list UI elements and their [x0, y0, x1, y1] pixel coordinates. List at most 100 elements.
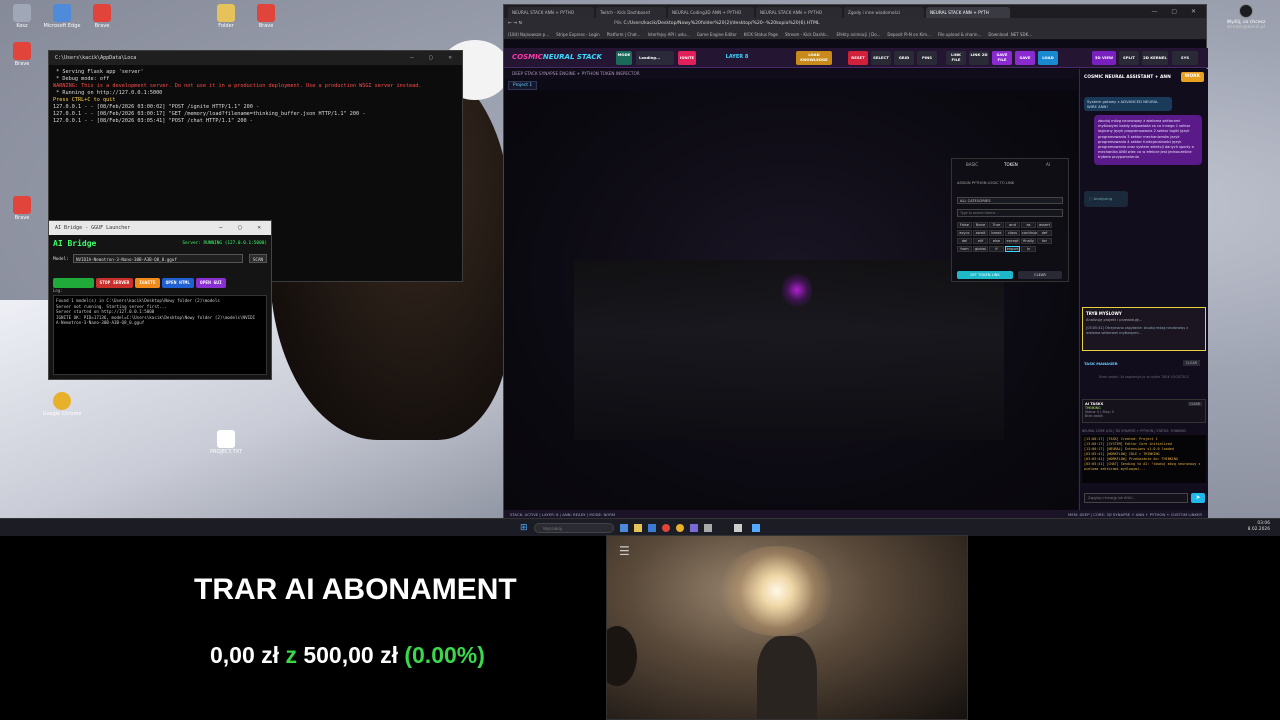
token-chip[interactable]: as: [1021, 222, 1036, 228]
task-clear-button[interactable]: CLEAR: [1182, 360, 1200, 366]
desktop-icon-brave-2[interactable]: Brave: [244, 4, 288, 30]
clear-token-button[interactable]: CLEAR: [1018, 271, 1062, 279]
token-chip[interactable]: True: [989, 222, 1004, 228]
desktop-icon-project-txt[interactable]: PROJECT.TXT: [204, 430, 248, 456]
token-chip[interactable]: global: [973, 246, 988, 252]
browser-tab[interactable]: NEURAL STACK ANN + PYTHO: [756, 7, 842, 18]
browser-tab[interactable]: NEURAL STACK ANN + PYTHO: [508, 7, 594, 18]
bookmark[interactable]: File upload & sharin...: [938, 32, 981, 37]
token-chip[interactable]: await: [973, 230, 988, 236]
token-chip[interactable]: elif: [973, 238, 988, 244]
address-bar[interactable]: ← → ↻ Plik C:/Users/kacik/Desktop/Nowy%2…: [504, 18, 1206, 30]
window-controls-icon[interactable]: — ▢ ✕: [219, 224, 267, 231]
pins-button[interactable]: PINS: [917, 51, 937, 65]
token-chip-selected[interactable]: import: [1005, 246, 1020, 252]
taskbar-app-icon[interactable]: [648, 524, 656, 532]
taskbar-app-icon[interactable]: [752, 524, 760, 532]
ai-tasks-clear-button[interactable]: CLEAR: [1187, 402, 1202, 406]
token-chip[interactable]: async: [957, 230, 972, 236]
model-select[interactable]: NVIDIA-Nemotron-3-Nano-30B-A3B-Q8_0.gguf: [73, 254, 243, 263]
window-controls-icon[interactable]: — ▢ ✕: [1151, 8, 1202, 15]
token-chip[interactable]: else: [989, 238, 1004, 244]
open-html-button[interactable]: OPEN HTML: [161, 278, 194, 288]
token-chip[interactable]: in: [1021, 246, 1036, 252]
browser-tab[interactable]: Zgody i inne wiadomości: [844, 7, 924, 18]
token-chip[interactable]: for: [1037, 238, 1052, 244]
hamburger-menu-icon[interactable]: ☰: [619, 544, 630, 558]
kernel-button[interactable]: 2D KERNEL: [1142, 51, 1168, 65]
user-widget[interactable]: Wyślij, co chcesz stream@kacik.pl: [1212, 2, 1280, 36]
link-file-button[interactable]: LINK FILE: [946, 51, 966, 65]
bookmark[interactable]: Stripe Express - Login: [556, 32, 600, 37]
token-chip[interactable]: break: [989, 230, 1004, 236]
token-chip[interactable]: class: [1005, 230, 1020, 236]
windows-start-icon[interactable]: ⊞: [520, 523, 528, 533]
browser-tab[interactable]: NEURAL Coding3D ANN + PYTHO: [668, 7, 754, 18]
bookmark[interactable]: (184) Najnowsze p...: [508, 32, 549, 37]
token-chip[interactable]: False: [957, 222, 972, 228]
bookmark[interactable]: Deposit Pl-N on Kim...: [887, 32, 931, 37]
category-select[interactable]: ALL CATEGORIES: [957, 197, 1063, 204]
scan-button[interactable]: SCAN: [248, 254, 267, 263]
project-tab[interactable]: Project 1: [508, 81, 538, 90]
token-chip[interactable]: None: [973, 222, 988, 228]
3d-stage[interactable]: BASIC TOKEN AI ASSIGN PYTHON LOGIC TO LI…: [504, 90, 1078, 510]
save-file-button[interactable]: SAVE FILE: [992, 51, 1012, 65]
save-button[interactable]: SAVE: [1015, 51, 1035, 65]
browser-tab-active[interactable]: NEURAL STACK ANN + PYTH: [926, 7, 1010, 18]
cmd-titlebar[interactable]: C:\Users\kacik\AppData\Loca — ▢ ✕: [49, 51, 462, 65]
token-chip[interactable]: and: [1005, 222, 1020, 228]
token-chip[interactable]: del: [957, 238, 972, 244]
bookmark[interactable]: Game Engine Editor: [697, 32, 737, 37]
token-chip[interactable]: except: [1005, 238, 1020, 244]
ignite-button[interactable]: IGNITE: [135, 278, 160, 288]
send-icon[interactable]: ➤: [1191, 493, 1205, 503]
taskbar-search-input[interactable]: [534, 523, 614, 533]
browser-window[interactable]: NEURAL STACK ANN + PYTHO Twitch - Kick D…: [503, 4, 1208, 518]
taskbar-app-icon[interactable]: [690, 524, 698, 532]
bookmark[interactable]: KICK Status Page: [744, 32, 778, 37]
ignite-app-button[interactable]: IGNITE: [678, 51, 696, 65]
token-chip[interactable]: continue: [1021, 230, 1038, 236]
reset-button[interactable]: RESET: [848, 51, 868, 65]
tab-token[interactable]: TOKEN: [1004, 162, 1018, 167]
token-chip[interactable]: def: [1037, 230, 1052, 236]
browser-tab[interactable]: Twitch - Kick Dashboard: [596, 7, 666, 18]
stop-server-button[interactable]: STOP SERVER: [95, 278, 134, 288]
ai-bridge-titlebar[interactable]: AI Bridge - GGUF Launcher — ▢ ✕: [49, 221, 271, 235]
taskbar-app-icon[interactable]: [734, 524, 742, 532]
sys-button[interactable]: SYS: [1172, 51, 1198, 65]
back-icon[interactable]: ←: [508, 21, 512, 26]
token-chip[interactable]: if: [989, 246, 1004, 252]
bookmark[interactable]: Platform | Chat...: [607, 32, 641, 37]
start-server-button[interactable]: START SERVER: [53, 278, 94, 288]
forward-icon[interactable]: →: [513, 21, 517, 26]
view-3d-button[interactable]: 3D VIEW: [1092, 51, 1116, 65]
load-knowledge-button[interactable]: LOAD KNOWLEDGE: [796, 51, 832, 65]
taskbar-app-icon[interactable]: [676, 524, 684, 532]
grid-button[interactable]: GRID: [894, 51, 914, 65]
taskbar-app-icon[interactable]: [662, 524, 670, 532]
tab-basic[interactable]: BASIC: [966, 162, 978, 167]
desktop-icon-recycle[interactable]: Kosz: [0, 4, 44, 30]
bookmark[interactable]: Efekty animacji | Do...: [836, 32, 880, 37]
desktop-icon-folder[interactable]: Folder: [204, 4, 248, 30]
token-chip[interactable]: finally: [1021, 238, 1036, 244]
select-button[interactable]: SELECT: [871, 51, 891, 65]
reload-icon[interactable]: ↻: [519, 21, 523, 26]
set-token-link-button[interactable]: SET TOKEN LINK: [957, 271, 1013, 279]
mode-button[interactable]: MODE: [616, 51, 632, 65]
bookmark[interactable]: Stream - Kick Dashb...: [785, 32, 829, 37]
window-controls-icon[interactable]: — ▢ ✕: [410, 54, 458, 61]
taskbar-app-icon[interactable]: [634, 524, 642, 532]
tab-ai[interactable]: AI: [1046, 162, 1050, 167]
open-gui-button[interactable]: OPEN GUI: [195, 278, 226, 288]
desktop-icon-brave[interactable]: Brave: [80, 4, 124, 30]
load-button[interactable]: LOAD: [1038, 51, 1058, 65]
loading-select[interactable]: Loading...: [636, 51, 674, 65]
token-search-input[interactable]: [957, 209, 1063, 217]
taskbar-app-icon[interactable]: [704, 524, 712, 532]
taskbar-clock[interactable]: 03:06 8.02.2026: [1248, 521, 1270, 533]
token-chip[interactable]: from: [957, 246, 972, 252]
desktop-icon-brave-3[interactable]: Brave: [0, 42, 44, 68]
